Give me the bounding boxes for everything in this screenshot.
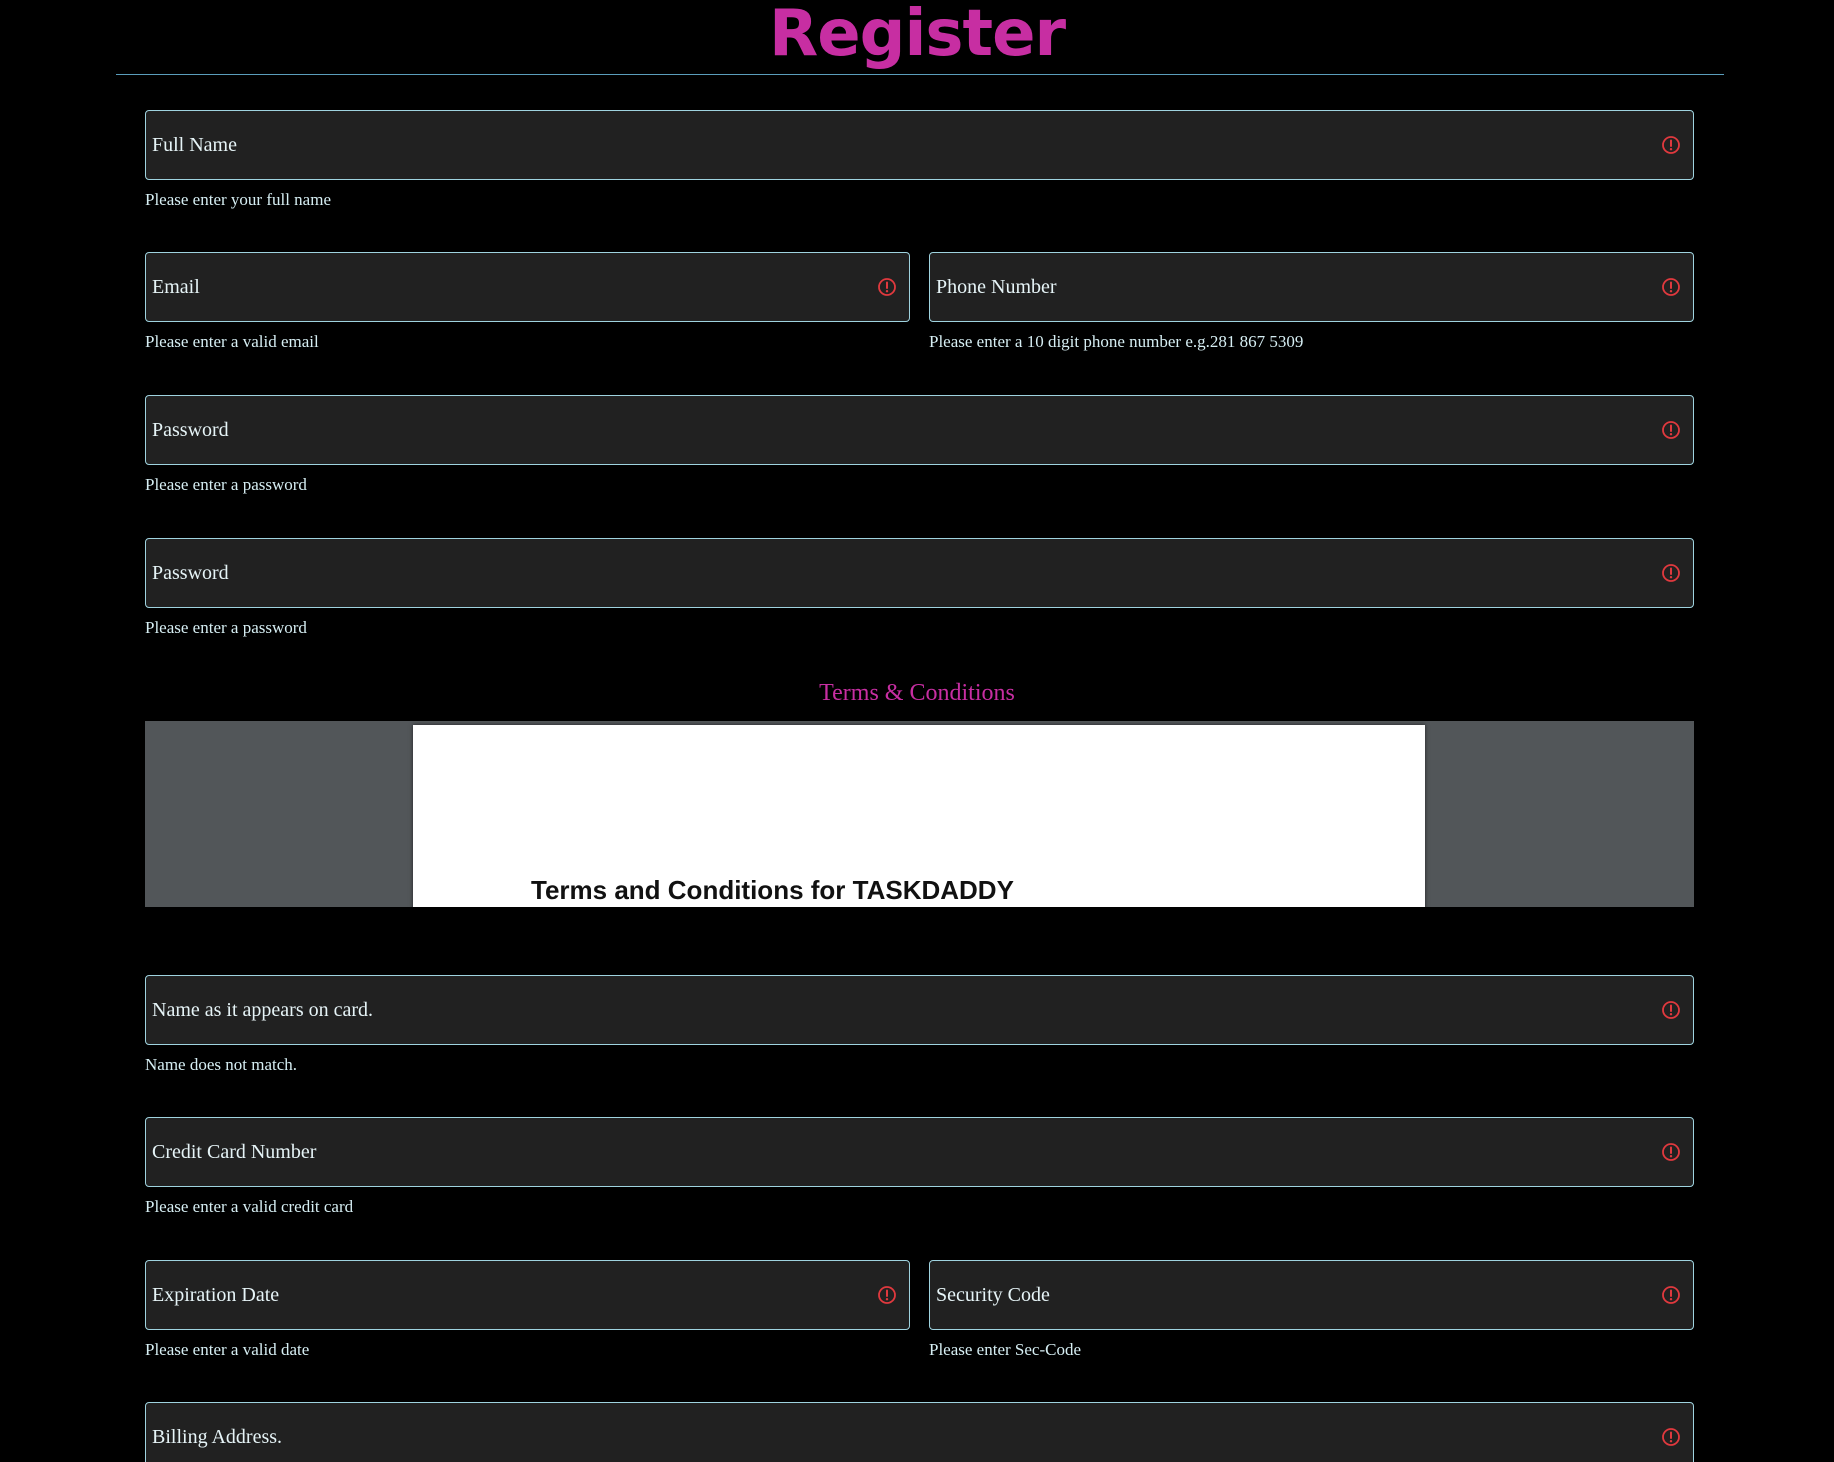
error-circle-icon bbox=[1661, 1000, 1681, 1020]
error-circle-icon bbox=[877, 277, 897, 297]
error-circle-icon bbox=[1661, 1285, 1681, 1305]
password-hint: Please enter a password bbox=[145, 475, 307, 494]
email-field[interactable] bbox=[145, 252, 910, 322]
terms-document-viewer[interactable]: Terms and Conditions for TASKDADDY bbox=[145, 721, 1694, 907]
password-confirm-field[interactable] bbox=[145, 538, 1694, 608]
expiration-field[interactable] bbox=[145, 1260, 910, 1330]
terms-document-heading: Terms and Conditions for TASKDADDY bbox=[531, 875, 1014, 905]
password-field[interactable] bbox=[145, 395, 1694, 465]
full-name-input[interactable] bbox=[146, 111, 1661, 179]
terms-document-page: Terms and Conditions for TASKDADDY bbox=[413, 725, 1425, 907]
error-circle-icon bbox=[1661, 420, 1681, 440]
billing-address-input[interactable] bbox=[146, 1403, 1661, 1462]
security-code-hint: Please enter Sec-Code bbox=[929, 1340, 1081, 1359]
card-number-input[interactable] bbox=[146, 1118, 1661, 1186]
security-code-field[interactable] bbox=[929, 1260, 1694, 1330]
card-name-field[interactable] bbox=[145, 975, 1694, 1045]
expiration-hint: Please enter a valid date bbox=[145, 1340, 310, 1359]
error-circle-icon bbox=[1661, 1427, 1681, 1447]
full-name-hint: Please enter your full name bbox=[145, 190, 331, 209]
password-input[interactable] bbox=[146, 396, 1661, 464]
phone-hint: Please enter a 10 digit phone number e.g… bbox=[929, 332, 1304, 351]
card-number-hint: Please enter a valid credit card bbox=[145, 1197, 354, 1216]
billing-address-field[interactable] bbox=[145, 1402, 1694, 1462]
error-circle-icon bbox=[1661, 277, 1681, 297]
full-name-field[interactable] bbox=[145, 110, 1694, 180]
email-input[interactable] bbox=[146, 253, 877, 321]
expiration-input[interactable] bbox=[146, 1261, 877, 1329]
error-circle-icon bbox=[877, 1285, 897, 1305]
error-circle-icon bbox=[1661, 135, 1681, 155]
page-title: Register bbox=[768, 0, 1066, 71]
password-confirm-input[interactable] bbox=[146, 539, 1661, 607]
email-hint: Please enter a valid email bbox=[145, 332, 319, 351]
title-divider bbox=[116, 74, 1724, 75]
password-confirm-hint: Please enter a password bbox=[145, 618, 307, 637]
security-code-input[interactable] bbox=[930, 1261, 1661, 1329]
error-circle-icon bbox=[1661, 563, 1681, 583]
error-circle-icon bbox=[1661, 1142, 1681, 1162]
terms-section-title: Terms & Conditions bbox=[819, 680, 1015, 706]
card-name-hint: Name does not match. bbox=[145, 1055, 298, 1074]
phone-field[interactable] bbox=[929, 252, 1694, 322]
card-number-field[interactable] bbox=[145, 1117, 1694, 1187]
phone-input[interactable] bbox=[930, 253, 1661, 321]
card-name-input[interactable] bbox=[146, 976, 1661, 1044]
